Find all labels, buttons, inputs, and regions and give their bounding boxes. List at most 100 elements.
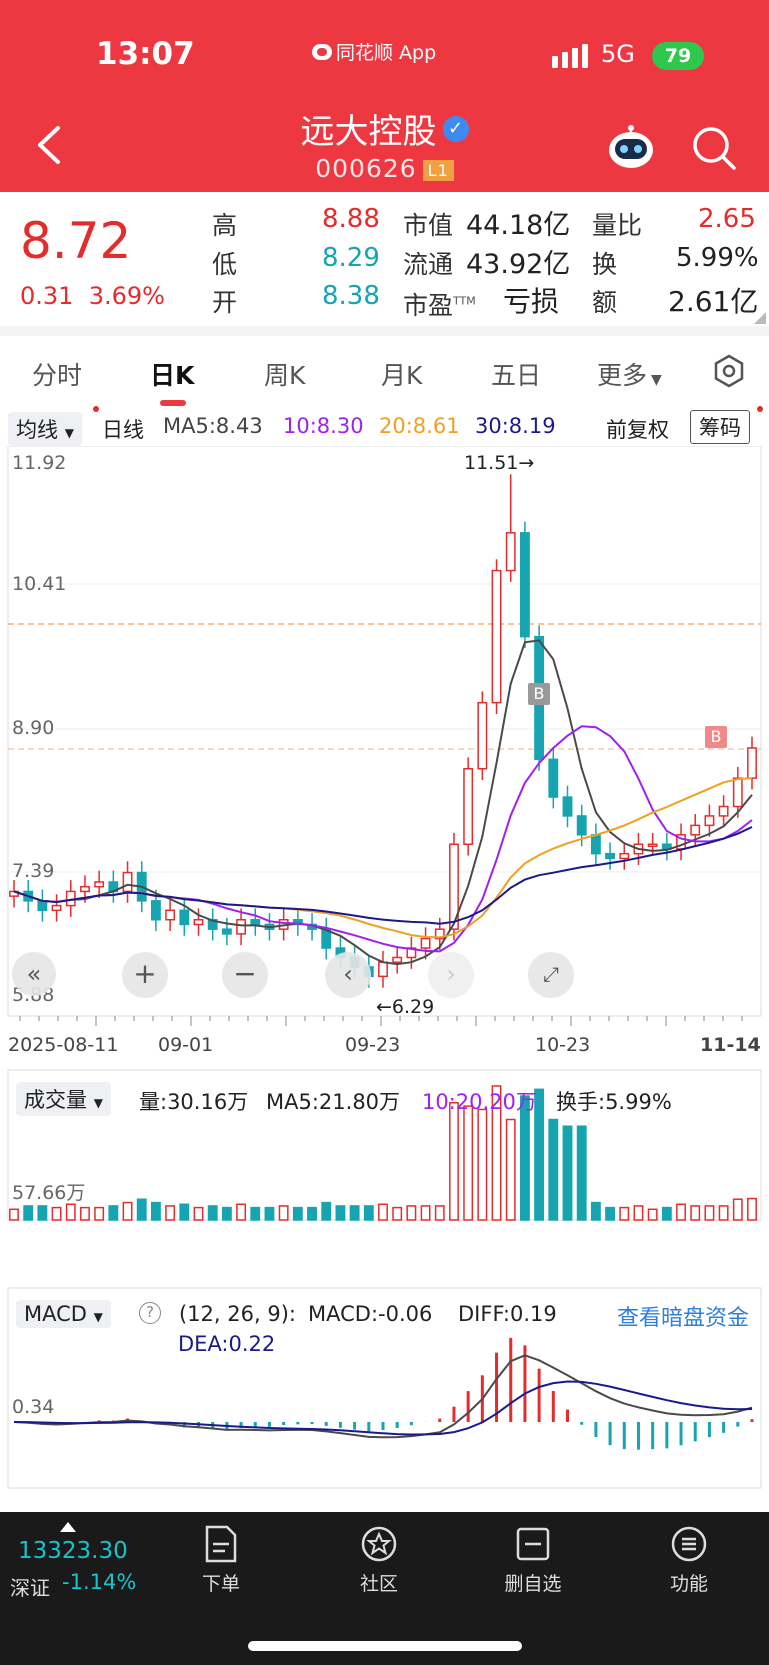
- robot-assistant-icon[interactable]: [604, 122, 658, 172]
- candle-body: [718, 805, 729, 817]
- macd-axis-label: 0.34: [12, 1396, 55, 1418]
- stock-code: 000626: [315, 154, 417, 183]
- candle-body: [420, 937, 431, 949]
- settings-hexagon-icon[interactable]: [712, 354, 746, 388]
- date-axis-label: 11-14: [700, 1034, 761, 1056]
- date-axis-label: 2025-08-11: [8, 1034, 119, 1056]
- stock-name: 远大控股: [300, 112, 437, 152]
- volume-bar: [292, 1206, 303, 1221]
- candle-body: [80, 885, 90, 893]
- search-icon[interactable]: [690, 124, 738, 172]
- zoom-in-button[interactable]: +: [122, 952, 168, 998]
- volume-bar: [108, 1205, 119, 1221]
- volume-dropdown[interactable]: 成交量 ▼: [16, 1082, 111, 1116]
- help-icon[interactable]: ?: [139, 1302, 161, 1324]
- battery-icon: 79: [652, 42, 704, 70]
- macd-dropdown-label: MACD: [24, 1302, 87, 1326]
- ma-dropdown[interactable]: 均线 ▼: [8, 412, 82, 446]
- candle-body: [548, 758, 559, 798]
- zoom-out-button[interactable]: −: [222, 952, 268, 998]
- volume-bar: [690, 1205, 701, 1221]
- nav-functions[interactable]: 功能: [644, 1524, 734, 1596]
- index-value[interactable]: 13323.30: [18, 1538, 128, 1564]
- buy-marker[interactable]: B: [528, 683, 550, 705]
- diff-value: DIFF:0.19: [458, 1302, 557, 1326]
- candle-body: [94, 881, 105, 888]
- pe-label-text: 市盈: [403, 291, 454, 320]
- volume-bar: [576, 1125, 587, 1221]
- volume-bar: [661, 1206, 672, 1221]
- nav-order[interactable]: 下单: [176, 1524, 266, 1596]
- tab-weekly-k[interactable]: 周K: [264, 356, 305, 392]
- battery-level: 79: [664, 45, 692, 67]
- ma5-label: MA5:8.43: [163, 414, 263, 438]
- ma-dropdown-label: 均线: [16, 418, 58, 442]
- rewind-button[interactable]: «: [12, 952, 56, 996]
- volume-bar: [221, 1206, 232, 1221]
- verified-icon: ✓: [442, 115, 469, 142]
- scroll-right-button[interactable]: ›: [428, 952, 474, 998]
- candle-body: [562, 796, 573, 817]
- kline-frame: [7, 446, 762, 1017]
- current-price: 8.72: [20, 212, 132, 270]
- functions-menu-icon: [671, 1526, 707, 1562]
- date-axis-label: 09-01: [158, 1034, 214, 1056]
- scroll-left-button[interactable]: ‹: [325, 952, 371, 998]
- tab-five-day[interactable]: 五日: [491, 356, 541, 392]
- candle-body: [747, 747, 757, 779]
- candle-body: [221, 928, 232, 935]
- volume-bar: [278, 1205, 289, 1221]
- tab-monthly-k[interactable]: 月K: [381, 356, 422, 392]
- candle-body: [690, 824, 701, 836]
- tab-intraday[interactable]: 分时: [32, 356, 82, 392]
- kline-chart[interactable]: [0, 446, 769, 1512]
- tab-daily-k[interactable]: 日K: [150, 356, 194, 392]
- volume-ma5: MA5:21.80万: [266, 1090, 401, 1114]
- price-axis-label: 7.39: [12, 860, 55, 882]
- price-axis-label: 8.90: [12, 717, 55, 739]
- change-percent: 3.69%: [88, 282, 165, 310]
- fullscreen-button[interactable]: ⤢: [528, 952, 574, 998]
- price-axis-label: 10.41: [12, 573, 67, 595]
- mktcap-label: 市值: [403, 211, 454, 240]
- app-name: 同花顺 App: [336, 42, 437, 64]
- nav-community[interactable]: 社区: [334, 1524, 424, 1596]
- status-app-label: 同花顺 App: [312, 38, 436, 65]
- volume-bar: [449, 1102, 459, 1221]
- dark-pool-link[interactable]: 查看暗盘资金: [617, 1300, 749, 1332]
- candle-body: [477, 701, 488, 770]
- chips-button[interactable]: 筹码: [690, 410, 750, 444]
- nav-remove-watchlist[interactable]: 删自选: [488, 1524, 578, 1596]
- volume-bar: [704, 1205, 715, 1221]
- adjust-button[interactable]: 前复权: [606, 414, 669, 444]
- signal-icon: [552, 44, 588, 68]
- tab-active-indicator: [160, 400, 186, 406]
- volume-bar: [349, 1205, 360, 1221]
- index-change: -1.14%: [62, 1570, 137, 1594]
- volume-bar: [37, 1205, 48, 1221]
- ma10-label: 10:8.30: [283, 414, 364, 438]
- caret-down-icon: ▼: [93, 1096, 103, 1110]
- candle-body: [704, 815, 715, 827]
- volume-bar: [321, 1201, 332, 1221]
- volume-bar: [378, 1203, 388, 1221]
- tab-more[interactable]: 更多 ▼: [597, 356, 662, 392]
- volume-bar: [122, 1201, 133, 1221]
- low-annotation: ←6.29: [376, 996, 435, 1018]
- buy-marker[interactable]: B: [705, 726, 727, 748]
- pe-label: 市盈TTM: [403, 286, 476, 322]
- ma5-line: [13, 639, 753, 966]
- period-tabs: 分时 日K 周K 月K 五日 更多 ▼: [0, 336, 769, 406]
- high-label: 高: [212, 211, 238, 240]
- pe-ttm: TTM: [453, 294, 476, 308]
- volume-bar: [463, 1105, 474, 1221]
- expand-corner-icon[interactable]: [752, 312, 766, 324]
- candle-body: [378, 961, 388, 978]
- caret-down-icon: ▼: [93, 1310, 103, 1324]
- mktcap-value: 44.18亿: [466, 210, 571, 241]
- float-value: 43.92亿: [466, 249, 571, 280]
- network-type: 5G: [601, 40, 635, 68]
- volume-bar: [590, 1201, 601, 1221]
- macd-dropdown[interactable]: MACD ▼: [16, 1300, 111, 1328]
- candle-body: [236, 918, 247, 935]
